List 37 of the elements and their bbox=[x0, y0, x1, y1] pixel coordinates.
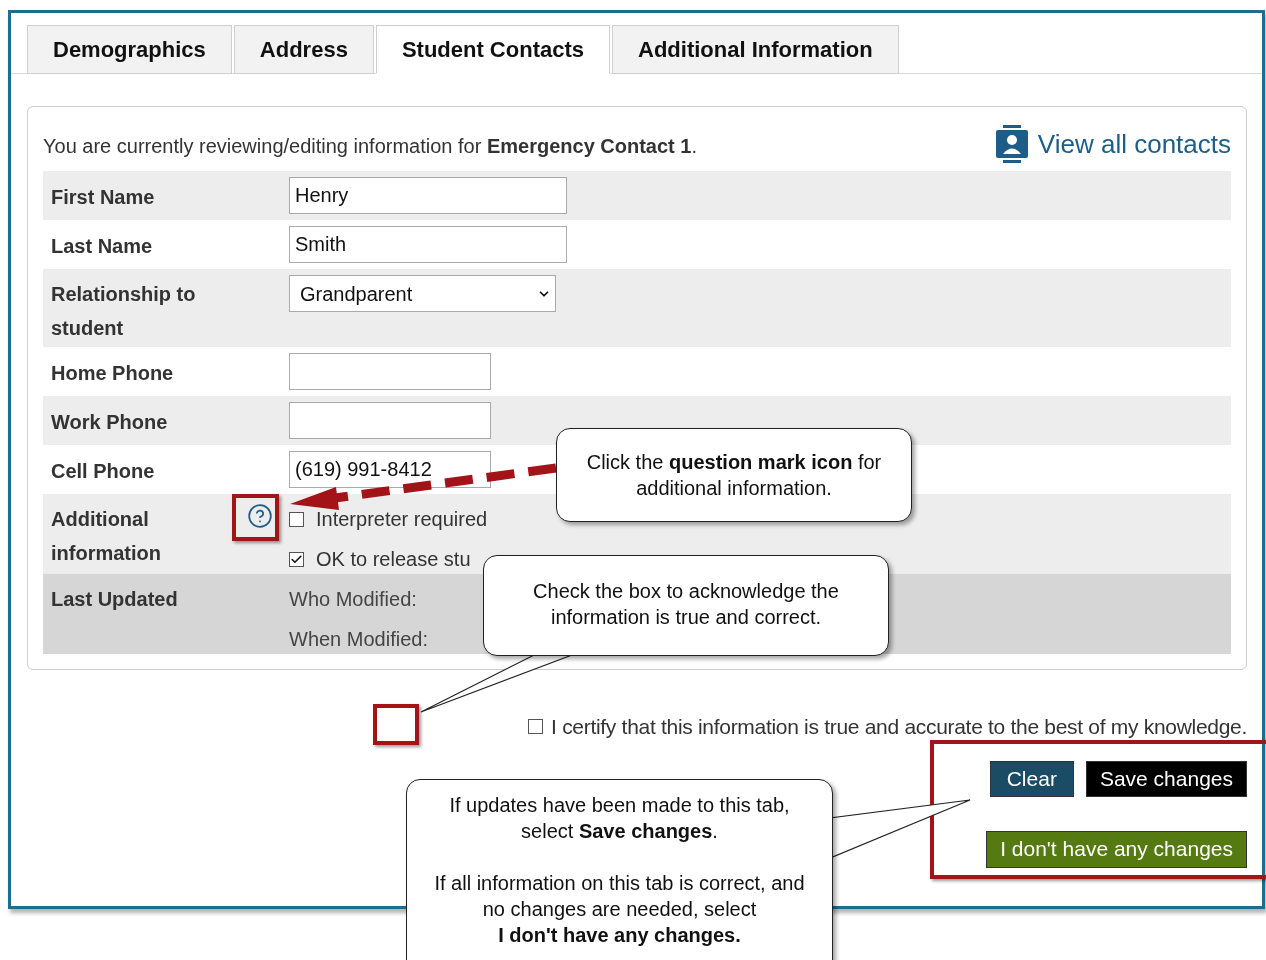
intro-text: You are currently reviewing/editing information for Emergency Contact 1. bbox=[43, 134, 697, 159]
phone-field[interactable] bbox=[289, 402, 491, 439]
field-label: Home Phone bbox=[51, 362, 174, 384]
phone-field[interactable]: (619) 991-8412 bbox=[289, 451, 491, 488]
field-label: Additional information bbox=[51, 508, 161, 564]
checkbox-label: OK to release stu bbox=[316, 547, 471, 572]
callout: If updates have been made to this tab, select Save changes. If all information on this tab is correct, and no changes are needed, select I don't have any changes. bbox=[406, 779, 833, 960]
text-field[interactable]: Smith bbox=[289, 226, 567, 263]
field-label: Last Name bbox=[51, 235, 153, 257]
field-label: Cell Phone bbox=[51, 460, 155, 482]
certify-checkbox[interactable] bbox=[528, 719, 544, 735]
phone-field[interactable] bbox=[289, 353, 491, 390]
tab[interactable]: Demographics bbox=[27, 25, 232, 74]
callout: Click the question mark icon for additional information. bbox=[556, 428, 912, 522]
save-button[interactable]: Save changes bbox=[1085, 760, 1247, 797]
field-label: First Name bbox=[51, 186, 155, 208]
tab[interactable]: Address bbox=[233, 25, 374, 74]
no-changes-button[interactable]: I don't have any changes bbox=[986, 830, 1247, 868]
checkbox-label: Interpreter required bbox=[316, 507, 488, 532]
view-all-contacts-link[interactable]: View all contacts bbox=[995, 124, 1231, 168]
relationship-dropdown[interactable]: Grandparent bbox=[289, 275, 556, 312]
contact-card-icon bbox=[995, 125, 1028, 163]
checkbox[interactable] bbox=[289, 511, 304, 527]
text-field[interactable]: Henry bbox=[289, 177, 567, 214]
clear-button[interactable]: Clear bbox=[989, 760, 1074, 797]
field-label: Relationship to student bbox=[51, 283, 196, 339]
tab[interactable]: Student Contacts bbox=[375, 25, 610, 74]
info-label: Who Modified: bbox=[289, 587, 417, 612]
checkbox[interactable] bbox=[289, 551, 304, 567]
certify-label: I certify that this information is true and accurate to the best of my knowledge. bbox=[551, 714, 1247, 740]
field-label: Work Phone bbox=[51, 411, 168, 433]
tab[interactable]: Additional Information bbox=[612, 25, 899, 74]
info-label: When Modified: bbox=[289, 627, 428, 652]
highlight-frame bbox=[232, 494, 279, 541]
help-icon[interactable] bbox=[247, 503, 273, 529]
field-label: Last Updated bbox=[51, 588, 178, 610]
highlight-frame bbox=[373, 704, 419, 745]
